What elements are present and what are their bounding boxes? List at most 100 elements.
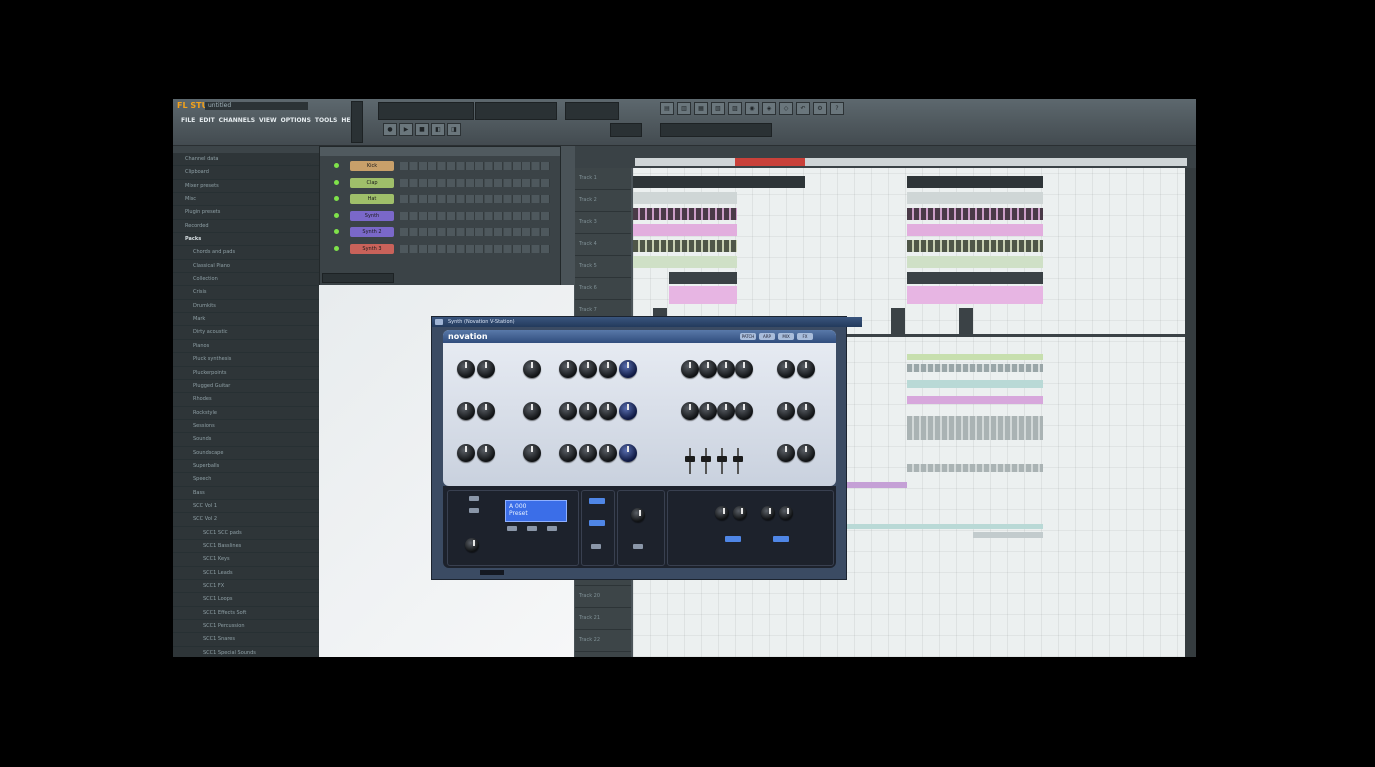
synth-knob[interactable] (599, 402, 617, 420)
envelope-release-fader[interactable] (733, 448, 743, 474)
browser-item[interactable]: SCC1 SCC pads (173, 527, 319, 540)
browser-item[interactable]: Classical Piano (173, 260, 319, 274)
browser-item[interactable]: Soundscape (173, 447, 319, 460)
browser-item[interactable]: Rockstyle (173, 407, 319, 420)
browser-item[interactable]: Mark (173, 313, 319, 327)
synth-knob[interactable] (523, 360, 541, 378)
channel-name-button[interactable]: Synth (350, 210, 394, 221)
channel-row[interactable]: Kick (328, 159, 552, 173)
patch-tab[interactable]: PATCH (740, 333, 756, 340)
plugin-menu-icon[interactable] (435, 319, 443, 325)
pattern-clip[interactable] (907, 224, 1043, 236)
synth-knob[interactable] (619, 360, 637, 378)
synth-knob[interactable] (457, 444, 475, 462)
plugin-title-bar[interactable]: Synth (Novation V-Station) (432, 317, 862, 327)
channel-mute-led[interactable] (334, 229, 339, 234)
browser-item[interactable]: Plugged Guitar (173, 380, 319, 394)
browser-icon[interactable]: ▨ (728, 102, 742, 115)
channel-mute-led[interactable] (334, 196, 339, 201)
browser-item[interactable]: Recorded (173, 220, 319, 234)
menu-item[interactable]: VIEW (259, 117, 277, 124)
playlist-header[interactable] (575, 146, 1196, 168)
track-header[interactable]: Track 23 (575, 652, 631, 657)
step-sequencer[interactable] (400, 178, 550, 187)
channel-row[interactable]: Synth 3 (328, 242, 552, 256)
browser-item[interactable]: Packs (173, 233, 319, 247)
browser-item[interactable]: Speech (173, 473, 319, 487)
synth-knob[interactable] (457, 402, 475, 420)
pattern-clip[interactable] (633, 256, 737, 268)
pattern-clip[interactable] (891, 308, 905, 336)
synth-knob[interactable] (797, 444, 815, 462)
browser-item[interactable]: Channel data (173, 153, 319, 167)
undo-icon[interactable]: ↶ (796, 102, 810, 115)
synth-knob[interactable] (579, 444, 597, 462)
channel-filter[interactable] (322, 273, 394, 283)
browser-item[interactable]: Pluck synthesis (173, 353, 319, 367)
portamento-knob[interactable] (631, 508, 645, 522)
track-header[interactable]: Track 21 (575, 608, 631, 630)
browser-item[interactable]: SCC1 Leads (173, 567, 319, 580)
pattern-clip[interactable] (633, 176, 805, 188)
browser-item[interactable]: SCC1 Loops (173, 593, 319, 607)
track-header[interactable]: Track 5 (575, 256, 631, 278)
loop-marker[interactable] (735, 158, 805, 166)
channel-name-button[interactable]: Kick (350, 161, 394, 171)
pattern-clip[interactable] (633, 224, 737, 236)
pattern-clip[interactable] (669, 272, 737, 284)
menu-item[interactable]: FILE (181, 117, 195, 124)
pattern-clip[interactable] (907, 272, 1043, 284)
browser-item[interactable]: Misc (173, 193, 319, 207)
track-header[interactable]: Track 20 (575, 586, 631, 608)
tempo-tapper-icon[interactable]: ◈ (762, 102, 776, 115)
step-sequencer[interactable] (400, 244, 550, 253)
channel-mute-led[interactable] (334, 245, 339, 251)
synth-knob[interactable] (777, 402, 795, 420)
channel-row[interactable]: Clap (328, 176, 552, 190)
synth-knob[interactable] (717, 360, 735, 378)
play-button[interactable]: ▶ (399, 123, 413, 136)
channel-mute-led[interactable] (334, 212, 339, 218)
browser-item[interactable]: Crisis (173, 286, 319, 300)
synth-knob[interactable] (699, 360, 717, 378)
channel-rack-icon[interactable]: ▦ (694, 102, 708, 115)
pattern-display[interactable] (378, 102, 474, 120)
browser-item[interactable]: Sounds (173, 433, 319, 447)
browser-item[interactable]: Rhodes (173, 393, 319, 407)
track-header[interactable]: Track 6 (575, 278, 631, 300)
pattern-clip[interactable] (907, 192, 1043, 204)
synth-knob[interactable] (559, 444, 577, 462)
browser-item[interactable]: Pianos (173, 340, 319, 354)
channel-row[interactable]: Synth 2 (328, 225, 552, 239)
envelope-decay-fader[interactable] (701, 448, 711, 474)
pattern-clip[interactable] (907, 240, 1043, 252)
help-icon[interactable]: ? (830, 102, 844, 115)
step-sequencer[interactable] (400, 195, 550, 203)
synth-knob[interactable] (619, 402, 637, 420)
song-title[interactable]: untitled (205, 102, 308, 110)
browser-item[interactable]: Drumkits (173, 300, 319, 314)
channel-rack-header[interactable] (320, 147, 560, 156)
pattern-clip[interactable] (907, 396, 1043, 404)
octave-up-button[interactable] (469, 496, 479, 501)
arp-latch-button[interactable] (589, 520, 605, 526)
channel-name-button[interactable]: Clap (350, 177, 394, 188)
browser-item[interactable]: Mixer presets (173, 180, 319, 194)
playlist-view-icon[interactable]: ▤ (660, 102, 674, 115)
synth-knob[interactable] (699, 402, 717, 420)
menu-item[interactable]: EDIT (199, 117, 214, 124)
synth-knob[interactable] (579, 402, 597, 420)
browser-item[interactable]: SCC1 Snares (173, 633, 319, 647)
fx-bypass-button[interactable] (725, 536, 741, 542)
templates-icon[interactable]: ◇ (779, 102, 793, 115)
channel-row[interactable]: Hat (328, 192, 552, 206)
fx-reverb-knob[interactable] (733, 506, 747, 520)
volume-knob[interactable] (465, 538, 479, 552)
mixer-icon[interactable]: ▧ (711, 102, 725, 115)
piano-roll-icon[interactable]: ▥ (677, 102, 691, 115)
mix-tab[interactable]: MIX (778, 333, 794, 340)
track-header[interactable]: Track 1 (575, 168, 631, 190)
synth-knob[interactable] (797, 402, 815, 420)
synth-knob[interactable] (523, 402, 541, 420)
track-header[interactable]: Track 4 (575, 234, 631, 256)
